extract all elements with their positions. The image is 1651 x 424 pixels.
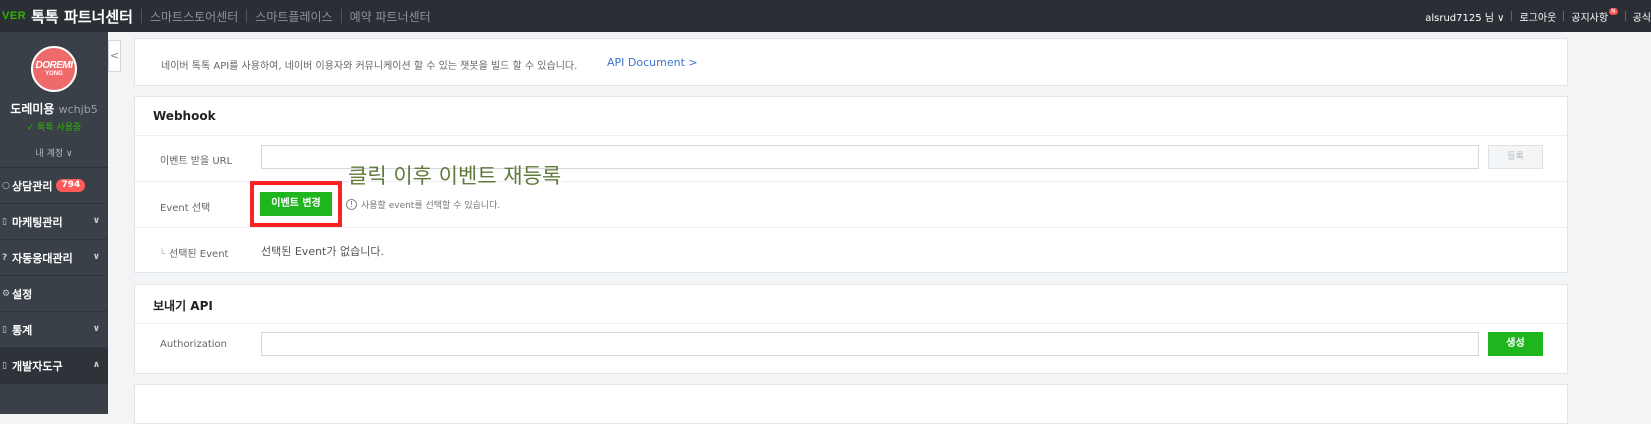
info-icon: ! <box>346 199 357 210</box>
top-bar-right: alsrud7125 님 ∨ 로그아웃 공지사항 N 공식 <box>1425 0 1651 32</box>
chevron-down-icon: ∨ <box>92 324 100 334</box>
top-bar: VER 톡톡 파트너센터 스마트스토어센터 스마트플레이스 예약 파트너센터 a… <box>0 0 1651 32</box>
sidebar-item-stats[interactable]: ▯ 통계 ∨ <box>0 312 108 348</box>
sidebar-item-counsel[interactable]: ○ 상담관리 794 <box>0 168 108 204</box>
chevron-down-icon: ∨ <box>92 216 100 226</box>
sidebar-item-marketing[interactable]: ▯ 마케팅관리 ∨ <box>0 204 108 240</box>
notice-badge: N <box>1609 7 1618 15</box>
profile-id: wchjb5 <box>58 103 98 116</box>
create-button[interactable]: 생성 <box>1488 332 1543 356</box>
sidebar-item-devtools[interactable]: ▯ 개발자도구 ∧ <box>0 348 108 384</box>
send-api-panel: 보내기 API Authorization 생성 <box>134 284 1568 374</box>
account-toggle[interactable]: 내 계정 ∨ <box>0 140 108 168</box>
event-change-button[interactable]: 이벤트 변경 <box>260 192 332 216</box>
selected-event-value: 선택된 Event가 없습니다. <box>261 245 384 258</box>
webhook-title: Webhook <box>153 109 216 123</box>
sidebar-item-settings[interactable]: ⚙ 설정 <box>0 276 108 312</box>
nav-smartstore[interactable]: 스마트스토어센터 <box>150 8 238 25</box>
nav-booking[interactable]: 예약 파트너센터 <box>350 8 431 25</box>
info-panel: 네이버 톡톡 API를 사용하여, 네이버 이용자와 커뮤니케이션 할 수 있는… <box>134 38 1568 86</box>
stats-icon: ▯ <box>2 324 7 335</box>
official-link[interactable]: 공식 <box>1633 9 1651 24</box>
divider <box>1511 11 1513 21</box>
authorization-input[interactable] <box>261 332 1479 356</box>
annotation-text: 클릭 이후 이벤트 재등록 <box>348 164 562 188</box>
api-document-link[interactable]: API Document > <box>607 56 698 69</box>
event-label: Event 선택 <box>160 203 211 214</box>
divider <box>140 9 142 23</box>
counsel-count-badge: 794 <box>56 179 86 192</box>
send-api-title: 보내기 API <box>153 299 213 313</box>
notice-label: 공지사항 <box>1571 12 1609 24</box>
elbow-icon: └ <box>159 249 166 260</box>
marketing-icon: ▯ <box>2 216 7 227</box>
register-button[interactable]: 등록 <box>1488 145 1543 169</box>
sidebar: DOREMI YONG 도레미용 wchjb5 ✓ 톡톡 사용중 내 계정 ∨ … <box>0 32 108 414</box>
divider <box>135 135 1567 136</box>
divider <box>1624 11 1626 21</box>
profile-status: ✓ 톡톡 사용중 <box>26 123 82 133</box>
nav-smartplace[interactable]: 스마트플레이스 <box>255 8 332 25</box>
code-icon: ▯ <box>2 360 7 371</box>
info-text: 네이버 톡톡 API를 사용하여, 네이버 이용자와 커뮤니케이션 할 수 있는… <box>161 61 578 72</box>
chevron-down-icon: ∨ <box>92 252 100 262</box>
profile-name: 도레미용 wchjb5 <box>10 102 98 116</box>
user-menu[interactable]: alsrud7125 님 ∨ <box>1425 9 1504 24</box>
divider <box>246 9 248 23</box>
logout-link[interactable]: 로그아웃 <box>1519 9 1556 24</box>
event-hint: ! 사용할 event를 선택할 수 있습니다. <box>346 198 500 211</box>
question-icon: ? <box>2 252 8 263</box>
divider <box>135 227 1567 228</box>
check-icon: ✓ <box>26 123 38 133</box>
chat-icon: ○ <box>2 180 10 191</box>
brand-title[interactable]: 톡톡 파트너센터 <box>31 6 133 27</box>
chevron-up-icon: ∧ <box>92 360 100 370</box>
brand-prefix: VER <box>2 10 27 22</box>
chevron-left-icon: < <box>109 49 120 62</box>
notice-link[interactable]: 공지사항 N <box>1571 7 1618 24</box>
url-label: 이벤트 받을 URL <box>160 156 233 167</box>
divider <box>135 323 1567 324</box>
webhook-panel: Webhook 이벤트 받을 URL 등록 Event 선택 이벤트 변경 ! … <box>134 96 1568 273</box>
store-logo: DOREMI YONG <box>31 46 77 92</box>
divider <box>340 9 342 23</box>
divider <box>1563 11 1565 21</box>
profile: DOREMI YONG 도레미용 wchjb5 ✓ 톡톡 사용중 <box>0 32 108 140</box>
sidebar-collapse-button[interactable]: < <box>108 40 121 72</box>
authorization-label: Authorization <box>160 339 227 350</box>
sidebar-item-auto-reply[interactable]: ? 자동응대관리 ∨ <box>0 240 108 276</box>
next-panel <box>134 384 1568 424</box>
gear-icon: ⚙ <box>2 288 11 299</box>
selected-event-label: └ 선택된 Event <box>159 249 229 260</box>
